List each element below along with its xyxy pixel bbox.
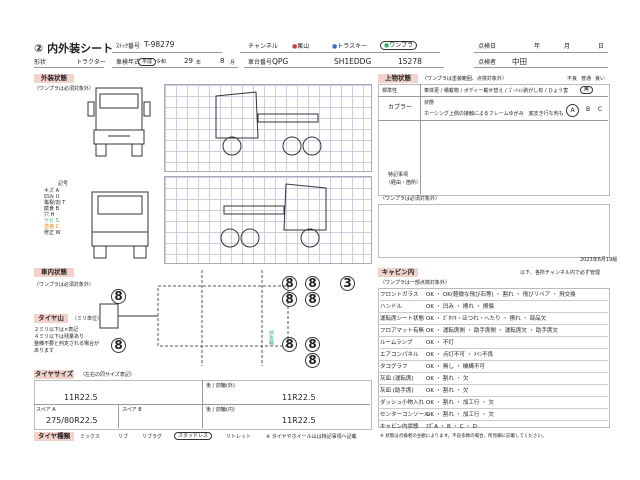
page-title: ② 内外装シート bbox=[34, 42, 114, 55]
coupler-state-label: 状態 bbox=[424, 100, 435, 106]
tire-note-4: あります bbox=[34, 348, 55, 354]
cabin-section-label: キャビン内 bbox=[378, 268, 418, 277]
tire-depth-rear1-left-in[interactable]: 8 bbox=[305, 292, 320, 307]
top-status-note: （ワンプラは塗装範囲、点検対象外） bbox=[422, 76, 507, 82]
coupler-label: カプラー bbox=[388, 104, 413, 111]
inspection-date-label: 点検日 bbox=[478, 43, 497, 50]
standard-label: 標準性 bbox=[382, 88, 398, 94]
truck-rear-view bbox=[91, 191, 149, 259]
col-header-good: 良い bbox=[595, 76, 606, 82]
tire-size-note: （左右の同サイズ表記） bbox=[80, 372, 135, 378]
inspector-label: 点検者 bbox=[478, 59, 497, 66]
reg-year-unit: 年 bbox=[196, 60, 202, 66]
tire-type-riblug[interactable]: リブラグ bbox=[142, 434, 162, 440]
wheel-note-vertical: 前後輪 bbox=[268, 330, 274, 345]
tire-type-retread[interactable]: リトレット bbox=[226, 434, 251, 440]
truck-front-view bbox=[87, 87, 151, 157]
special-sub: （経由・箇所） bbox=[386, 180, 422, 186]
tire-depth-rear2-right-in[interactable]: 8 bbox=[282, 337, 297, 352]
tire-layout-diagram bbox=[99, 270, 289, 366]
spare-a-label: スペア A bbox=[36, 407, 56, 413]
cabin-row[interactable]: キャビン内状態 ｽｸﾞA ・ B ・ C ・ D bbox=[378, 420, 608, 432]
shape-label: 形状 bbox=[34, 59, 47, 66]
legend-list: キズ A 凹み U 亀裂/割 T 腐食 B 穴 H サビ S 塗装 C 修正 W bbox=[44, 188, 65, 236]
special-label: 特記事項 bbox=[388, 172, 409, 178]
spare-a-value[interactable]: 275/80R22.5 bbox=[46, 416, 98, 425]
tire-size-front[interactable]: 11R22.5 bbox=[64, 393, 98, 402]
exterior-section-label: 外装状態 bbox=[34, 74, 74, 83]
col-header-normal: 普通 bbox=[581, 76, 592, 82]
reg-year-label: 車検年式 bbox=[116, 59, 141, 66]
tire-size-front-out-label: 後 / 前輪(外) bbox=[206, 383, 235, 389]
era-reiwa[interactable]: 令和 bbox=[156, 59, 166, 65]
cabin-footer-note: ※ 状態は点検者の主観によります。不良多数の場合、所見欄に記載してください。 bbox=[380, 434, 547, 439]
col-header-bad: 不良 bbox=[567, 76, 578, 82]
model-code: SH1EDDG bbox=[334, 57, 372, 66]
top-status-label: 上物状態 bbox=[378, 74, 418, 83]
tire-type-rib[interactable]: リブ bbox=[118, 434, 128, 440]
inspector-name: 中田 bbox=[512, 57, 527, 66]
coupler-grade-a[interactable]: A bbox=[566, 104, 579, 117]
tire-type-label: タイヤ種類 bbox=[34, 432, 74, 441]
reg-month-value: 8 bbox=[220, 57, 225, 65]
cabin-header-note: 以下、各所チャンネル内で必ず管理 bbox=[520, 270, 600, 276]
tire-depth-unit: （ミリ単位） bbox=[72, 316, 103, 322]
reg-month-unit: 月 bbox=[230, 60, 236, 66]
day-unit: 日 bbox=[598, 43, 605, 50]
tire-size-rear[interactable]: 11R22.5 bbox=[282, 416, 316, 425]
month-unit: 月 bbox=[564, 43, 571, 50]
tire-depth-rear1-left-out[interactable]: 8 bbox=[305, 276, 320, 291]
tire-type-mix[interactable]: ミックス bbox=[80, 434, 100, 440]
era-heisei[interactable]: 平成 bbox=[138, 58, 157, 66]
special-notes-field[interactable] bbox=[378, 204, 610, 258]
tire-depth-label: タイヤ山 bbox=[34, 314, 68, 323]
tire-depth-front-left[interactable]: 8 bbox=[111, 289, 126, 304]
tire-depth-rear2-left-out[interactable]: 8 bbox=[282, 276, 297, 291]
wheel-note: ※ タイヤやホイール山は特記事項へ記載 bbox=[266, 434, 357, 440]
tire-depth-front-right[interactable]: 8 bbox=[111, 338, 126, 353]
tire-type-studless[interactable]: スタッドレス bbox=[174, 432, 213, 440]
channel-option-kuriyama[interactable]: ●栗山 bbox=[292, 43, 309, 50]
legend-item: 修正 W bbox=[44, 230, 61, 236]
truck-left-side-view bbox=[220, 183, 327, 248]
legend-title: 記号 bbox=[58, 181, 69, 187]
stock-no: T-98279 bbox=[144, 40, 175, 49]
standard-mark[interactable]: 無 bbox=[580, 86, 594, 94]
tire-depth-rear1-right-out[interactable]: 8 bbox=[305, 353, 320, 368]
tire-size-rear-out-label: 後 / 前輪(内) bbox=[206, 407, 235, 413]
tire-size-front-right[interactable]: 11R22.5 bbox=[282, 393, 316, 402]
model-prefix: QPG bbox=[272, 57, 289, 66]
tire-depth-rear1-right-in[interactable]: 8 bbox=[305, 337, 320, 352]
channel-option-wanpura[interactable]: ●ワンプラ bbox=[380, 41, 418, 50]
tire-size-label: タイヤサイズ bbox=[34, 370, 74, 379]
tire-note-1: ２ミリ以下は×表記 bbox=[34, 327, 79, 333]
coupler-note: ホーシング上側の接触によるフレームゆがみ 底支き行な判も bbox=[424, 111, 564, 117]
form-version: 2023年6月19版 bbox=[580, 257, 618, 263]
coupler-grade-b[interactable]: B bbox=[586, 106, 590, 113]
year-unit: 年 bbox=[534, 43, 541, 50]
tire-depth-spare[interactable]: 3 bbox=[340, 276, 355, 291]
interior-section-label: 車内状態 bbox=[34, 268, 74, 277]
model-no: 15278 bbox=[398, 57, 422, 66]
reg-year-value: 29 bbox=[184, 57, 193, 65]
standard-options[interactable]: 車体更 / 積載物 / ボディー載せ替え / ｺﾞｰｼｮﾝ剥がし有 / ひょう害 bbox=[424, 88, 568, 94]
spare-b-label: スペア B bbox=[122, 407, 142, 413]
cabin-note: （ワンプラは一部点検対象外） bbox=[380, 280, 450, 286]
interior-note: （ワンプラは必須対象外） bbox=[34, 282, 94, 288]
channel-label: チャンネル bbox=[248, 43, 278, 50]
coupler-grade-c[interactable]: C bbox=[598, 106, 602, 113]
truck-right-side-view bbox=[215, 91, 322, 156]
channel-option-trusky[interactable]: ●トラスキー bbox=[332, 43, 367, 50]
tire-note-3: 整備不要と判定される場合が bbox=[34, 341, 100, 347]
special-note: （ワンプラは必須対象外） bbox=[380, 196, 440, 202]
shape-value: トラクター bbox=[76, 59, 106, 66]
tire-note-2: ４ミリ以下は残量あり bbox=[34, 334, 85, 340]
model-label: 車台番号 bbox=[248, 59, 273, 66]
tire-depth-rear2-left-in[interactable]: 8 bbox=[282, 292, 297, 307]
stock-no-label: ｽﾄｯｸ番号 bbox=[116, 43, 141, 50]
